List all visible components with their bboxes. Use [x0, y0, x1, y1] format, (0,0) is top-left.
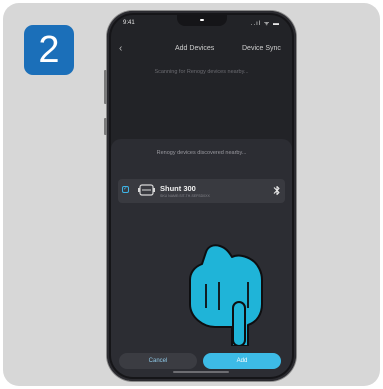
phone-side-button: [104, 70, 107, 104]
device-list-item[interactable]: ✓ Shunt 300 SKU NAME:SIT-TH-SEFSD0XX: [118, 179, 285, 203]
add-button[interactable]: Add: [203, 353, 281, 369]
status-icons: ..ıl ᯤ ▬: [250, 21, 280, 27]
phone-side-button: [104, 118, 107, 135]
shunt-icon: [138, 184, 155, 196]
home-indicator: [173, 371, 229, 373]
status-time: 9:41: [123, 20, 135, 26]
page-title: Add Devices: [175, 45, 215, 52]
bluetooth-icon: [273, 185, 280, 196]
nav-bar: ‹ Add Devices Device Sync: [111, 41, 292, 57]
device-sku: SKU NAME:SIT-TH-SEFSD0XX: [160, 194, 210, 198]
device-name: Shunt 300: [160, 184, 196, 193]
speaker-icon: [200, 19, 204, 21]
step-number-badge: 2: [24, 25, 74, 75]
cancel-button[interactable]: Cancel: [119, 353, 197, 369]
phone-notch: [177, 15, 227, 26]
device-checkbox[interactable]: ✓: [122, 186, 129, 193]
device-sync-button[interactable]: Device Sync: [242, 45, 281, 52]
chevron-left-icon[interactable]: ‹: [119, 43, 122, 54]
sheet-title: Renogy devices discovered nearby...: [156, 150, 247, 156]
pointing-hand-icon: [189, 244, 263, 346]
scanning-status-text: Scanning for Renogy devices nearby...: [154, 69, 249, 75]
